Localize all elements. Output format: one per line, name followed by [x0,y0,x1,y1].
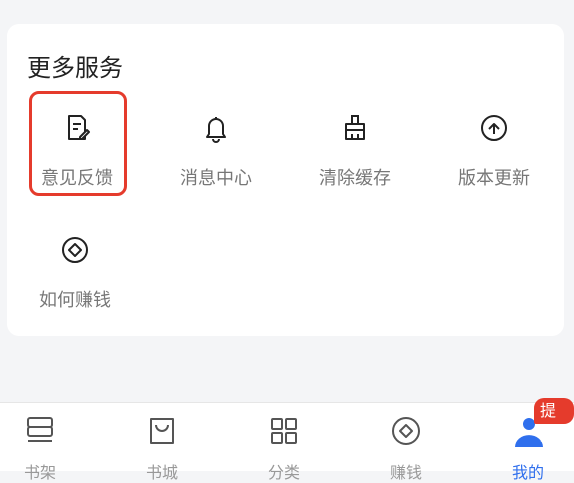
bottom-tab-bar: 书架 书城 分类 赚钱 我的 [0,402,574,482]
withdraw-badge[interactable]: 提现 [534,398,574,446]
tab-store[interactable]: 书城 [122,403,202,482]
section-title: 更多服务 [27,54,123,82]
diamond-circle-icon [392,417,420,445]
tab-label: 我的 [511,463,544,482]
diamond-circle-icon [62,237,88,263]
service-version-update[interactable]: 版本更新 [434,112,554,192]
tab-bookshelf[interactable]: 书架 [0,403,80,482]
service-label: 清除缓存 [319,168,391,189]
tab-label: 书城 [145,463,178,482]
service-label: 版本更新 [458,168,530,189]
tab-label: 分类 [267,463,300,482]
broom-icon [345,115,365,140]
tab-label: 书架 [23,463,56,482]
highlight-box [29,91,127,196]
service-messages[interactable]: 消息中心 [156,112,276,192]
service-label: 消息中心 [180,168,252,189]
tab-label: 赚钱 [389,463,422,482]
bookshelf-icon [27,417,53,442]
service-how-to-earn[interactable]: 如何赚钱 [15,234,135,314]
tab-categories[interactable]: 分类 [244,403,324,482]
service-clear-cache[interactable]: 清除缓存 [295,112,415,192]
tab-earn[interactable]: 赚钱 [366,403,446,482]
grid-icon [271,418,297,444]
cloud-upload-icon [481,115,507,141]
service-label: 如何赚钱 [39,290,111,311]
bell-icon [206,117,226,143]
store-bag-icon [150,418,174,444]
